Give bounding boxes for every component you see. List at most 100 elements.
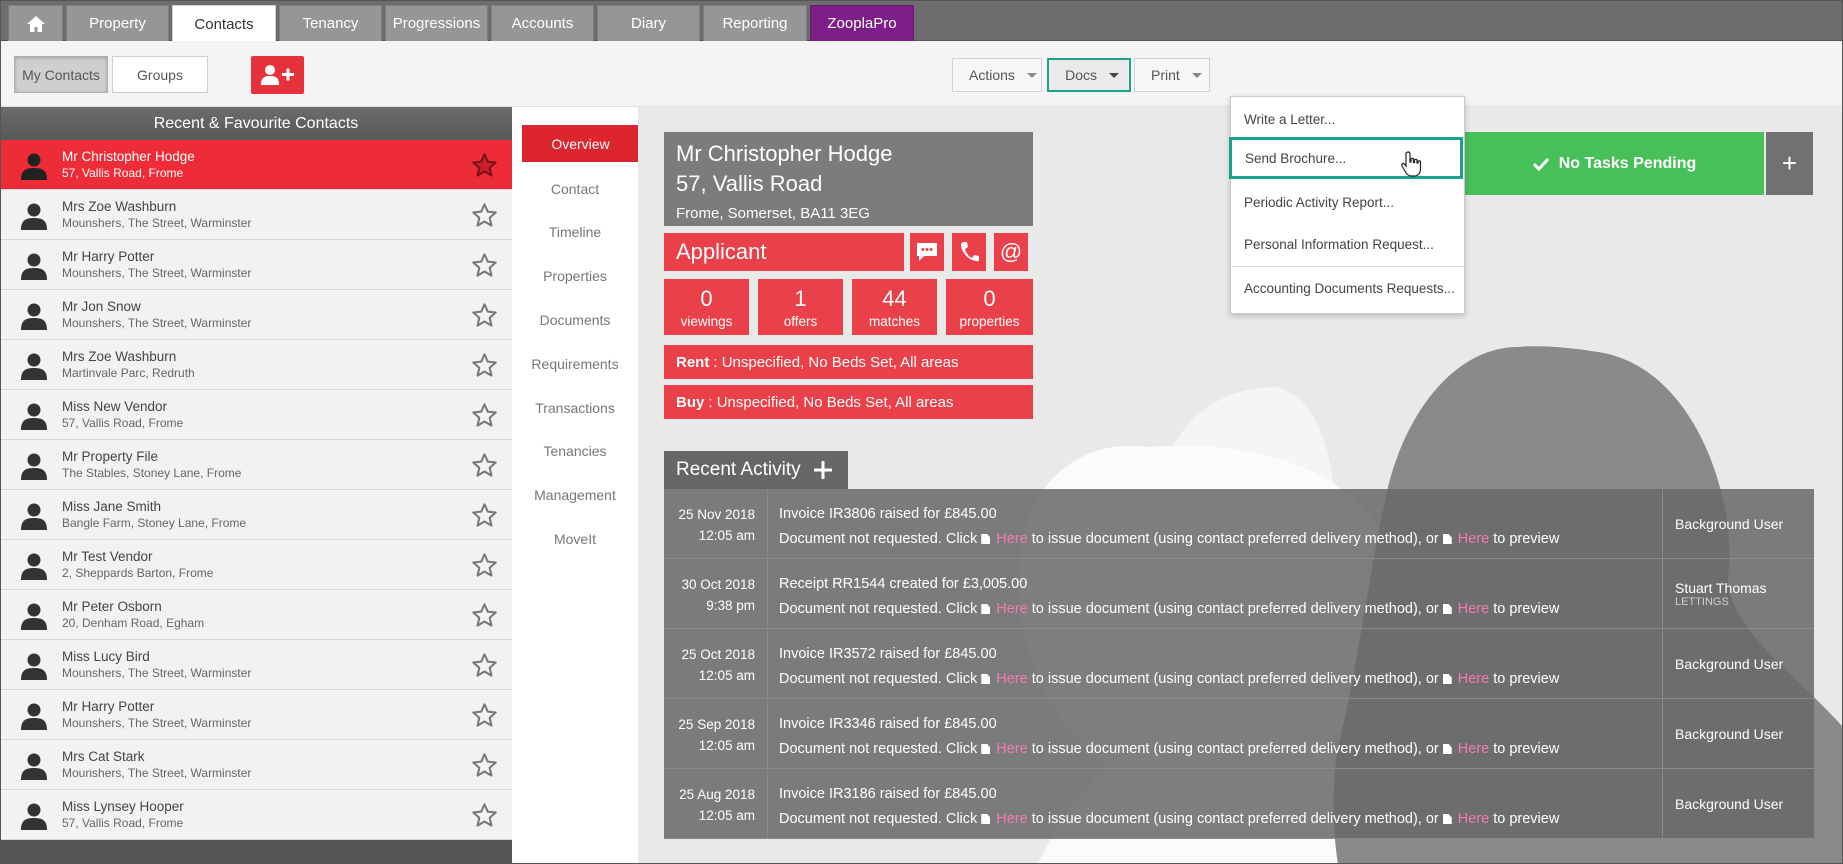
favourite-star-icon[interactable]	[471, 252, 498, 279]
add-task-button[interactable]: +	[1766, 132, 1813, 195]
contact-row[interactable]: Mr Harry Potter Mounshers, The Street, Wa…	[0, 690, 512, 740]
preview-document-link[interactable]: Here	[1458, 531, 1489, 547]
nav-properties[interactable]: Properties	[512, 268, 638, 284]
favourite-star-icon[interactable]	[471, 652, 498, 679]
favourite-star-icon[interactable]	[471, 202, 498, 229]
person-icon	[21, 753, 47, 780]
issue-document-link[interactable]: Here	[996, 811, 1027, 827]
contact-address: Mounshers, The Street, Warminster	[62, 216, 252, 230]
add-contact-button[interactable]	[251, 56, 304, 94]
activity-row: 30 Oct 2018 9:38 pm Receipt RR1544 created…	[664, 559, 1814, 629]
nav-tenancies[interactable]: Tenancies	[512, 443, 638, 459]
favourite-star-icon[interactable]	[471, 402, 498, 429]
tab-property[interactable]: Property	[66, 5, 169, 41]
nav-management[interactable]: Management	[512, 487, 638, 503]
menu-send-brochure[interactable]: Send Brochure...	[1229, 137, 1463, 179]
nav-contact[interactable]: Contact	[512, 181, 638, 197]
favourite-star-icon[interactable]	[471, 452, 498, 479]
tab-zooplapro[interactable]: ZooplaPro	[810, 5, 914, 41]
stat-properties[interactable]: 0 properties	[946, 279, 1033, 335]
issue-document-link[interactable]: Here	[996, 601, 1027, 617]
person-icon	[21, 403, 47, 430]
sms-button[interactable]	[910, 233, 944, 271]
activity-datetime: 25 Nov 2018 12:05 am	[664, 489, 768, 559]
contact-name: Mr Christopher Hodge	[676, 141, 893, 166]
tab-tenancy[interactable]: Tenancy	[279, 5, 382, 41]
nav-transactions[interactable]: Transactions	[512, 400, 638, 416]
my-contacts-button[interactable]: My Contacts	[14, 56, 108, 93]
issue-document-link[interactable]: Here	[996, 741, 1027, 757]
contact-row[interactable]: Miss Jane Smith Bangle Farm, Stoney Lane,…	[0, 490, 512, 540]
document-icon	[1442, 604, 1452, 614]
home-tab[interactable]	[8, 5, 63, 41]
favourite-star-icon[interactable]	[471, 502, 498, 529]
favourite-star-icon[interactable]	[471, 752, 498, 779]
activity-date: 25 Aug 2018	[679, 787, 755, 802]
docs-button[interactable]: Docs	[1047, 58, 1131, 92]
contact-row[interactable]: Miss Lynsey Hooper 57, Vallis Road, Frome	[0, 790, 512, 840]
buy-requirement[interactable]: Buy: Unspecified, No Beds Set, All areas	[664, 385, 1033, 419]
contact-row[interactable]: Miss New Vendor 57, Vallis Road, Frome	[0, 390, 512, 440]
contact-row[interactable]: Miss Lucy Bird Mounshers, The Street, War…	[0, 640, 512, 690]
contact-address: Mounshers, The Street, Warminster	[62, 716, 252, 730]
tab-diary[interactable]: Diary	[597, 5, 700, 41]
groups-button[interactable]: Groups	[112, 56, 208, 93]
activity-title: Receipt RR1544 created for £3,005.00	[779, 576, 1028, 592]
contact-name: Mr Jon Snow	[62, 299, 141, 314]
activity-description: Invoice IR3186 raised for £845.00 Documen…	[779, 782, 1559, 832]
favourite-star-icon[interactable]	[471, 552, 498, 579]
rent-requirement[interactable]: Rent: Unspecified, No Beds Set, All area…	[664, 345, 1033, 379]
actions-button[interactable]: Actions	[952, 58, 1042, 92]
issue-document-link[interactable]: Here	[996, 531, 1027, 547]
print-button[interactable]: Print	[1134, 58, 1210, 92]
stat-offers[interactable]: 1 offers	[758, 279, 843, 335]
menu-periodic-activity-report[interactable]: Periodic Activity Report...	[1231, 181, 1464, 223]
document-icon	[1442, 744, 1452, 754]
tab-accounts[interactable]: Accounts	[491, 5, 594, 41]
tab-reporting[interactable]: Reporting	[703, 5, 807, 41]
preview-document-link[interactable]: Here	[1458, 811, 1489, 827]
document-icon	[1442, 674, 1452, 684]
call-button[interactable]	[952, 233, 986, 271]
contact-row[interactable]: Mr Property File The Stables, Stoney Lane…	[0, 440, 512, 490]
issue-document-link[interactable]: Here	[996, 671, 1027, 687]
menu-personal-information-request[interactable]: Personal Information Request...	[1231, 223, 1464, 265]
doc-line-middle: to issue document (using contact preferr…	[1031, 811, 1439, 827]
nav-overview[interactable]: Overview	[522, 125, 651, 162]
tasks-status-button[interactable]: No Tasks Pending	[1465, 132, 1764, 195]
favourite-star-icon[interactable]	[471, 302, 498, 329]
nav-timeline[interactable]: Timeline	[512, 224, 638, 240]
preview-document-link[interactable]: Here	[1458, 671, 1489, 687]
favourite-star-icon[interactable]	[471, 152, 498, 179]
contact-address: 57, Vallis Road, Frome	[62, 166, 184, 180]
stat-matches[interactable]: 44 matches	[852, 279, 937, 335]
rent-colon: :	[713, 353, 722, 371]
contact-name: Mr Test Vendor	[62, 549, 153, 564]
favourite-star-icon[interactable]	[471, 802, 498, 829]
contact-row[interactable]: Mr Harry Potter Mounshers, The Street, Wa…	[0, 240, 512, 290]
tab-contacts[interactable]: Contacts	[172, 5, 276, 42]
doc-line-suffix: to preview	[1493, 811, 1560, 827]
tab-progressions[interactable]: Progressions	[385, 5, 488, 41]
contact-row[interactable]: Mrs Zoe Washburn Mounshers, The Street, W…	[0, 190, 512, 240]
preview-document-link[interactable]: Here	[1458, 741, 1489, 757]
menu-accounting-documents-requests[interactable]: Accounting Documents Requests...	[1231, 267, 1464, 309]
menu-write-letter[interactable]: Write a Letter...	[1231, 98, 1464, 140]
contact-row[interactable]: Mrs Cat Stark Mounshers, The Street, Warm…	[0, 740, 512, 790]
favourite-star-icon[interactable]	[471, 702, 498, 729]
nav-requirements[interactable]: Requirements	[512, 356, 638, 372]
favourite-star-icon[interactable]	[471, 352, 498, 379]
stat-viewings[interactable]: 0 viewings	[664, 279, 749, 335]
contact-row[interactable]: Mr Peter Osborn 20, Denham Road, Egham	[0, 590, 512, 640]
contact-row[interactable]: Mr Christopher Hodge 57, Vallis Road, Fro…	[0, 140, 512, 190]
contact-row[interactable]: Mr Jon Snow Mounshers, The Street, Warmin…	[0, 290, 512, 340]
contact-row[interactable]: Mr Test Vendor 2, Sheppards Barton, Frome	[0, 540, 512, 590]
activity-doc-line: Document not requested. Click Here to iss…	[779, 737, 1559, 762]
add-activity-icon[interactable]	[813, 460, 833, 480]
contact-row[interactable]: Mrs Zoe Washburn Martinvale Parc, Redruth	[0, 340, 512, 390]
email-button[interactable]: @	[994, 233, 1028, 271]
preview-document-link[interactable]: Here	[1458, 601, 1489, 617]
nav-documents[interactable]: Documents	[512, 312, 638, 328]
favourite-star-icon[interactable]	[471, 602, 498, 629]
nav-moveit[interactable]: MoveIt	[512, 531, 638, 547]
